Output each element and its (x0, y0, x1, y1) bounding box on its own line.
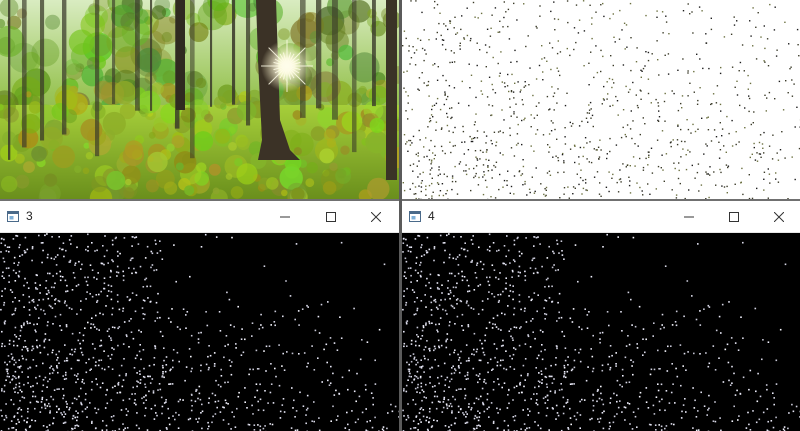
tree-trunk (176, 0, 185, 110)
minimize-button[interactable] (666, 201, 712, 232)
desktop: 3 4 (0, 0, 800, 431)
window-title: 4 (428, 209, 435, 223)
tree-trunk (352, 0, 357, 153)
window-title: 3 (26, 209, 33, 223)
close-icon (371, 211, 381, 222)
maximize-button[interactable] (711, 201, 757, 232)
window-1-forest-image (0, 0, 399, 199)
tree-trunk (316, 0, 322, 109)
tree-trunk (95, 0, 100, 157)
tree-trunk (135, 0, 140, 111)
tree-trunk (112, 0, 116, 104)
maximize-icon (729, 211, 739, 222)
tree-trunk (8, 0, 11, 160)
maximize-button[interactable] (308, 201, 354, 232)
light-dots-image (402, 233, 800, 431)
tree-trunk (62, 0, 67, 135)
tree-trunk (232, 0, 236, 105)
tree-trunk (210, 0, 213, 107)
tree-trunk (246, 0, 251, 126)
tree-trunk (386, 0, 397, 180)
window-4-image (402, 233, 800, 431)
window-4-titlebar[interactable]: 4 (402, 201, 800, 233)
tree-trunk (372, 0, 376, 107)
sparse-dots-image (402, 0, 800, 199)
tree-trunk (190, 0, 195, 159)
light-dots-image (0, 233, 399, 431)
window-2-dots-image (402, 0, 800, 199)
close-icon (774, 211, 784, 222)
minimize-button[interactable] (262, 201, 308, 232)
minimize-icon (280, 216, 290, 217)
minimize-icon (684, 216, 694, 217)
window-3-image (0, 233, 399, 431)
maximize-icon (326, 211, 336, 222)
tree-trunk (150, 0, 153, 111)
close-button[interactable] (756, 201, 800, 232)
app-window-icon (409, 211, 421, 222)
tree-trunk (22, 0, 27, 148)
app-window-icon (7, 211, 19, 222)
close-button[interactable] (353, 201, 399, 232)
tree-trunk (40, 0, 45, 141)
forest-photo (0, 0, 399, 199)
tree-trunk (332, 0, 338, 120)
window-3-titlebar[interactable]: 3 (0, 201, 399, 233)
